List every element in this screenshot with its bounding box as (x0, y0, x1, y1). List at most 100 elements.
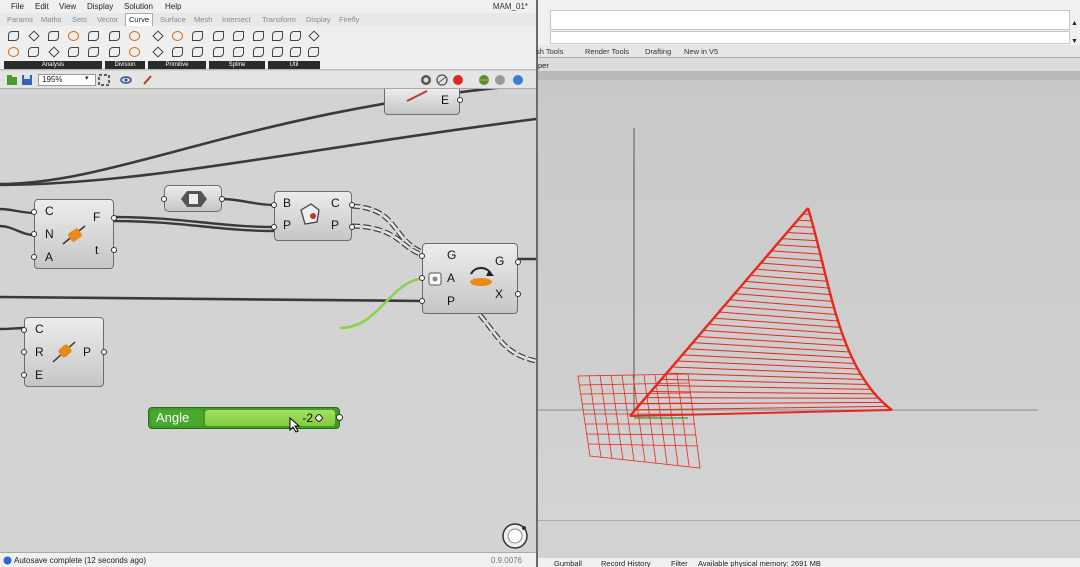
ribbon-label-division[interactable]: Division (105, 61, 145, 69)
primitive-icon[interactable] (189, 44, 205, 59)
sketch-pen-icon[interactable] (142, 74, 154, 86)
tab-transform[interactable]: Transform (262, 15, 296, 24)
primitive-icon[interactable] (189, 28, 205, 43)
curve-util-icon[interactable] (305, 28, 321, 43)
menu-display[interactable]: Display (87, 2, 113, 11)
input-grip[interactable] (419, 253, 425, 259)
preview-shaded-icon[interactable] (420, 74, 432, 86)
curve-util-icon[interactable] (269, 28, 285, 43)
preview-wire-icon[interactable] (436, 74, 448, 86)
output-grip[interactable] (349, 224, 355, 230)
tab-curve[interactable]: Curve (125, 13, 154, 26)
output-grip[interactable] (349, 202, 355, 208)
tab-intersect[interactable]: Intersect (222, 15, 251, 24)
output-grip[interactable] (101, 349, 107, 355)
preview-selected-icon[interactable] (452, 74, 464, 86)
tab-mesh-tools[interactable]: sh Tools (536, 47, 563, 56)
input-grip[interactable] (31, 254, 37, 260)
curve-analysis-icon[interactable] (65, 44, 81, 59)
curve-util-icon[interactable] (287, 44, 303, 59)
degrees-toggle-icon[interactable] (428, 272, 442, 286)
ribbon-label-primitive[interactable]: Primitive (148, 61, 206, 69)
menu-help[interactable]: Help (165, 2, 181, 11)
eye-icon[interactable] (120, 74, 132, 86)
curve-util-icon[interactable] (305, 44, 321, 59)
slider-grip[interactable] (315, 414, 323, 422)
bake-icon[interactable] (478, 74, 490, 86)
tab-drafting[interactable]: Drafting (645, 47, 671, 56)
angle-number-slider[interactable]: Angle -2 (148, 407, 343, 433)
spline-icon[interactable] (210, 28, 226, 43)
slider-track[interactable]: -2 (205, 410, 335, 426)
input-grip[interactable] (21, 372, 27, 378)
primitive-icon[interactable] (169, 44, 185, 59)
component-curve-frame[interactable]: C N A F t (31, 199, 117, 269)
status-record-history[interactable]: Record History (601, 559, 651, 567)
tab-mesh[interactable]: Mesh (194, 15, 212, 24)
spline-icon[interactable] (250, 44, 266, 59)
ribbon-label-analysis[interactable]: Analysis (4, 61, 102, 69)
spline-icon[interactable] (230, 28, 246, 43)
output-grip[interactable] (111, 247, 117, 253)
input-grip[interactable] (21, 349, 27, 355)
viewport-title[interactable]: per (538, 61, 549, 70)
curve-analysis-icon[interactable] (5, 28, 21, 43)
preview-mesh-icon[interactable] (494, 74, 506, 86)
tab-vector[interactable]: Vector (97, 15, 118, 24)
tab-new-in-v5[interactable]: New in V5 (684, 47, 718, 56)
component-brep-closest[interactable]: B P C P (271, 191, 355, 241)
tab-display[interactable]: Display (306, 15, 331, 24)
divide-curve-icon[interactable] (126, 28, 142, 43)
scroll-up-icon[interactable]: ▲ (1071, 20, 1078, 27)
curve-analysis-icon[interactable] (25, 28, 41, 43)
input-grip[interactable] (271, 224, 277, 230)
divide-curve-icon[interactable] (126, 44, 142, 59)
primitive-icon[interactable] (149, 28, 165, 43)
display-sphere-icon[interactable] (512, 74, 524, 86)
output-grip[interactable] (457, 97, 463, 103)
zoom-extents-icon[interactable] (98, 74, 110, 86)
tab-sets[interactable]: Sets (72, 15, 87, 24)
divide-curve-icon[interactable] (106, 28, 122, 43)
open-file-icon[interactable] (6, 74, 18, 86)
curve-analysis-icon[interactable] (45, 44, 61, 59)
primitive-icon[interactable] (169, 28, 185, 43)
status-gumball[interactable]: Gumball (554, 559, 582, 567)
input-grip[interactable] (271, 202, 277, 208)
spline-icon[interactable] (210, 44, 226, 59)
input-grip[interactable] (419, 275, 425, 281)
chevron-down-icon[interactable]: ▾ (85, 74, 89, 82)
menu-file[interactable]: File (11, 2, 24, 11)
spline-icon[interactable] (250, 28, 266, 43)
perspective-viewport[interactable] (538, 80, 1080, 520)
primitive-icon[interactable] (149, 44, 165, 59)
tab-maths[interactable]: Maths (41, 15, 61, 24)
curve-analysis-icon[interactable] (5, 44, 21, 59)
curve-analysis-icon[interactable] (85, 44, 101, 59)
output-grip[interactable] (111, 215, 117, 221)
component-rotate[interactable]: G A P G X (419, 243, 521, 314)
tab-params[interactable]: Params (7, 15, 33, 24)
tab-render-tools[interactable]: Render Tools (585, 47, 629, 56)
tab-firefly[interactable]: Firefly (339, 15, 359, 24)
curve-util-icon[interactable] (287, 28, 303, 43)
curve-analysis-icon[interactable] (65, 28, 81, 43)
spline-icon[interactable] (230, 44, 246, 59)
output-grip[interactable] (515, 291, 521, 297)
component-box-param[interactable] (161, 185, 225, 212)
output-grip[interactable] (336, 414, 343, 421)
menu-solution[interactable]: Solution (124, 2, 153, 11)
output-grip[interactable] (515, 259, 521, 265)
menu-edit[interactable]: Edit (35, 2, 49, 11)
tab-surface[interactable]: Surface (160, 15, 186, 24)
navigation-compass-icon[interactable] (500, 521, 530, 551)
scroll-down-icon[interactable]: ▼ (1071, 38, 1078, 45)
output-grip[interactable] (219, 196, 225, 202)
curve-analysis-icon[interactable] (85, 28, 101, 43)
curve-analysis-icon[interactable] (25, 44, 41, 59)
rhino-command-history[interactable] (550, 10, 1070, 30)
component-curve-param[interactable]: C R E P (21, 317, 107, 387)
curve-analysis-icon[interactable] (45, 28, 61, 43)
menu-view[interactable]: View (59, 2, 76, 11)
save-icon[interactable] (21, 74, 33, 86)
